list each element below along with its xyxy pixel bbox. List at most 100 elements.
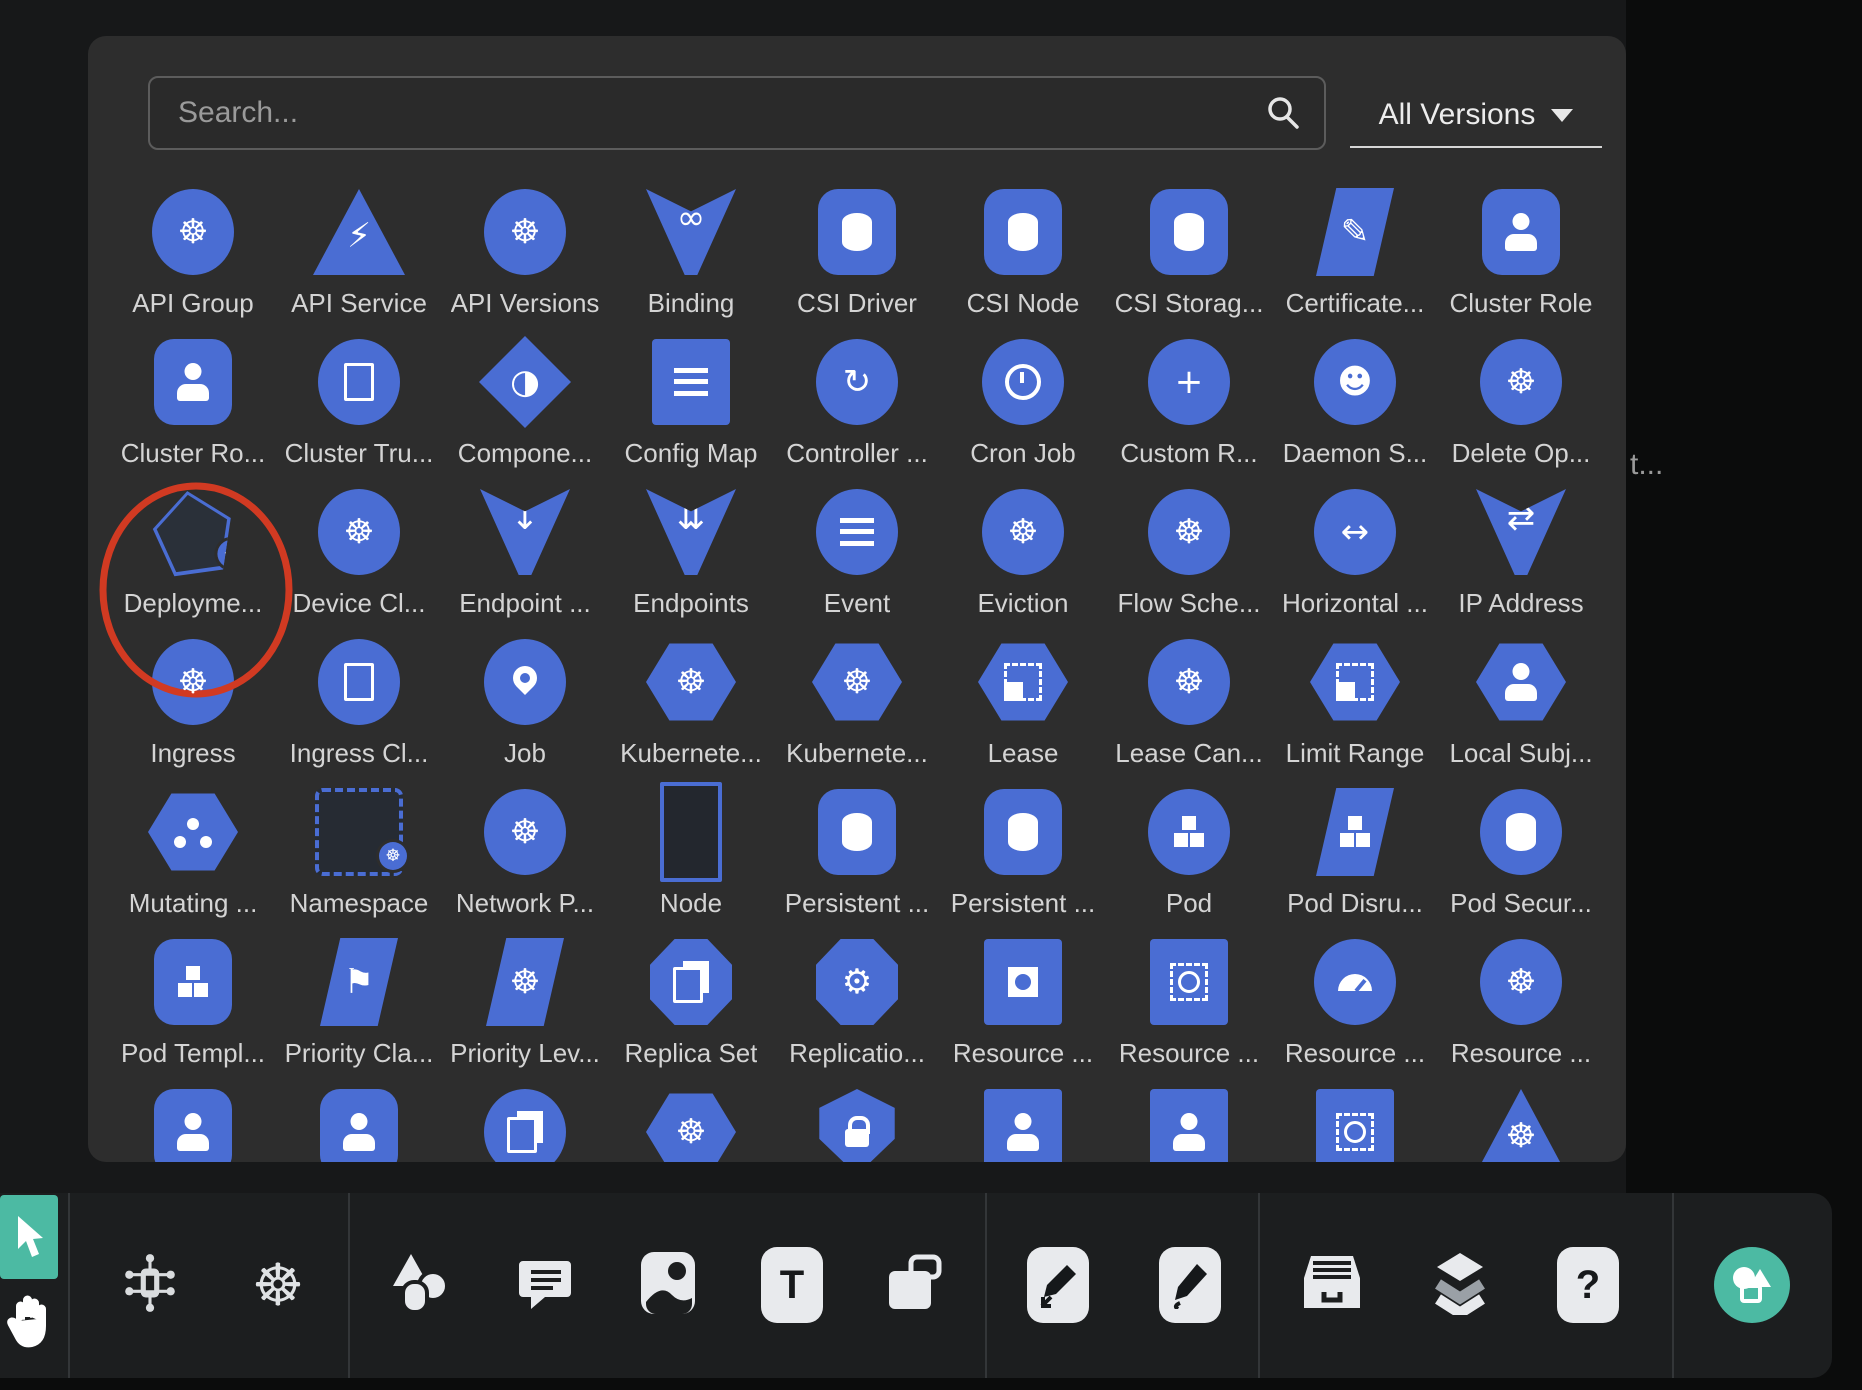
library-item-replica-set[interactable]: Replica Set [608, 930, 774, 1076]
library-item-pod[interactable]: Pod [1106, 780, 1272, 926]
library-item-api-group[interactable]: ☸API Group [110, 180, 276, 326]
library-item-deployme[interactable]: ☸Deployme... [110, 480, 276, 626]
draw-pen-tool[interactable] [1135, 1225, 1245, 1345]
library-item-mutating[interactable]: Mutating ... [110, 780, 276, 926]
kubernetes-resource-icon: ⚙ [816, 939, 898, 1025]
library-item-resource[interactable]: ☸Resource ... [1438, 930, 1604, 1076]
library-item-api-service[interactable]: ⚡API Service [276, 180, 442, 326]
library-item-label: Local Subj... [1449, 738, 1592, 769]
library-item-controller[interactable]: ↻Controller ... [774, 330, 940, 476]
layers-tool[interactable] [1405, 1225, 1515, 1345]
library-item-label: Ingress Cl... [290, 738, 429, 769]
library-item-binding[interactable]: ∞Binding [608, 180, 774, 326]
library-item-compone[interactable]: ◑Compone... [442, 330, 608, 476]
shape-library-button[interactable] [1714, 1247, 1790, 1323]
library-item-pod-templ[interactable]: Pod Templ... [110, 930, 276, 1076]
library-item-eviction[interactable]: ☸Eviction [940, 480, 1106, 626]
library-item-resource[interactable]: Resource ... [1106, 930, 1272, 1076]
library-item-namespace[interactable]: ☸Namespace [276, 780, 442, 926]
library-item-partial[interactable] [276, 1080, 442, 1162]
person-glyph [1504, 663, 1538, 701]
help-tool[interactable]: ? [1533, 1225, 1643, 1345]
wheel-glyph: ☸ [344, 515, 374, 549]
plus-glyph: + [1175, 365, 1204, 399]
library-item-partial[interactable] [774, 1080, 940, 1162]
library-item-label: Cluster Role [1449, 288, 1592, 319]
library-item-partial[interactable] [1272, 1080, 1438, 1162]
library-item-priority-cla[interactable]: ⚑Priority Cla... [276, 930, 442, 1076]
library-item-ip-address[interactable]: ⇄IP Address [1438, 480, 1604, 626]
library-item-label: API Versions [451, 288, 600, 319]
kubernetes-resource-icon [1482, 189, 1560, 275]
library-item-config-map[interactable]: Config Map [608, 330, 774, 476]
library-item-pod-disru[interactable]: Pod Disru... [1272, 780, 1438, 926]
library-item-resource[interactable]: Resource ... [940, 930, 1106, 1076]
library-item-delete-op[interactable]: ☸Delete Op... [1438, 330, 1604, 476]
architecture-tool[interactable] [95, 1225, 205, 1345]
library-item-priority-lev[interactable]: ☸Priority Lev... [442, 930, 608, 1076]
library-item-local-subj[interactable]: Local Subj... [1438, 630, 1604, 776]
library-item-job[interactable]: Job [442, 630, 608, 776]
shape-library-dialog: All Versions ☸API Group⚡API Service☸API … [88, 36, 1626, 1162]
library-item-cluster-tru[interactable]: Cluster Tru... [276, 330, 442, 476]
library-item-partial[interactable]: ☸ [1438, 1080, 1604, 1162]
library-item-lease-can[interactable]: ☸Lease Can... [1106, 630, 1272, 776]
comment-tool[interactable] [490, 1225, 600, 1345]
library-item-replicatio[interactable]: ⚙Replicatio... [774, 930, 940, 1076]
library-item-cluster-ro[interactable]: Cluster Ro... [110, 330, 276, 476]
library-item-csi-driver[interactable]: CSI Driver [774, 180, 940, 326]
kubernetes-resource-icon [816, 1089, 898, 1162]
library-item-persistent[interactable]: Persistent ... [940, 780, 1106, 926]
shapes-tool[interactable] [365, 1225, 475, 1345]
library-item-partial[interactable] [110, 1080, 276, 1162]
card-tool[interactable] [860, 1225, 970, 1345]
library-item-device-cl[interactable]: ☸Device Cl... [276, 480, 442, 626]
library-item-label: Endpoints [633, 588, 749, 619]
library-item-ingress-cl[interactable]: Ingress Cl... [276, 630, 442, 776]
library-item-endpoints[interactable]: ⇊Endpoints [608, 480, 774, 626]
library-item-persistent[interactable]: Persistent ... [774, 780, 940, 926]
library-item-kubernete[interactable]: ☸Kubernete... [608, 630, 774, 776]
library-item-resource[interactable]: Resource ... [1272, 930, 1438, 1076]
image-tool[interactable] [613, 1225, 723, 1345]
library-item-csi-storag[interactable]: CSI Storag... [1106, 180, 1272, 326]
library-item-horizontal[interactable]: ↔Horizontal ... [1272, 480, 1438, 626]
library-item-label: Mutating ... [129, 888, 258, 919]
library-item-flow-sche[interactable]: ☸Flow Sche... [1106, 480, 1272, 626]
library-item-node[interactable]: Node [608, 780, 774, 926]
library-item-pod-secur[interactable]: Pod Secur... [1438, 780, 1604, 926]
library-item-label: Eviction [977, 588, 1068, 619]
library-item-limit-range[interactable]: Limit Range [1272, 630, 1438, 776]
kubernetes-tool[interactable]: ☸ [223, 1225, 333, 1345]
library-tool[interactable] [1277, 1225, 1387, 1345]
library-item-custom-r[interactable]: +Custom R... [1106, 330, 1272, 476]
library-item-network-p[interactable]: ☸Network P... [442, 780, 608, 926]
selection-tool[interactable] [0, 1195, 58, 1279]
library-item-event[interactable]: Event [774, 480, 940, 626]
hand-tool[interactable] [2, 1289, 54, 1355]
library-item-cron-job[interactable]: Cron Job [940, 330, 1106, 476]
library-item-endpoint[interactable]: ↓Endpoint ... [442, 480, 608, 626]
library-item-partial[interactable] [442, 1080, 608, 1162]
library-item-csi-node[interactable]: CSI Node [940, 180, 1106, 326]
library-item-daemon-s[interactable]: ☻Daemon S... [1272, 330, 1438, 476]
kubernetes-resource-icon [318, 639, 400, 725]
kubernetes-resource-icon [154, 339, 232, 425]
kubernetes-resource-icon: ☸ [486, 938, 564, 1026]
library-item-partial[interactable]: ☸ [608, 1080, 774, 1162]
kubernetes-resource-icon [818, 189, 896, 275]
list-glyph [840, 518, 874, 546]
library-item-partial[interactable] [1106, 1080, 1272, 1162]
library-item-cluster-role[interactable]: Cluster Role [1438, 180, 1604, 326]
person-glyph [176, 363, 210, 401]
library-item-lease[interactable]: Lease [940, 630, 1106, 776]
wheel-glyph: ☸ [510, 815, 540, 849]
library-item-kubernete[interactable]: ☸Kubernete... [774, 630, 940, 776]
draw-arrow-tool[interactable] [1003, 1225, 1113, 1345]
library-item-api-versions[interactable]: ☸API Versions [442, 180, 608, 326]
library-item-ingress[interactable]: ☸Ingress [110, 630, 276, 776]
library-item-certificate[interactable]: ✎Certificate... [1272, 180, 1438, 326]
text-tool[interactable]: T [737, 1225, 847, 1345]
library-item-label: Resource ... [1451, 1038, 1591, 1069]
library-item-partial[interactable] [940, 1080, 1106, 1162]
